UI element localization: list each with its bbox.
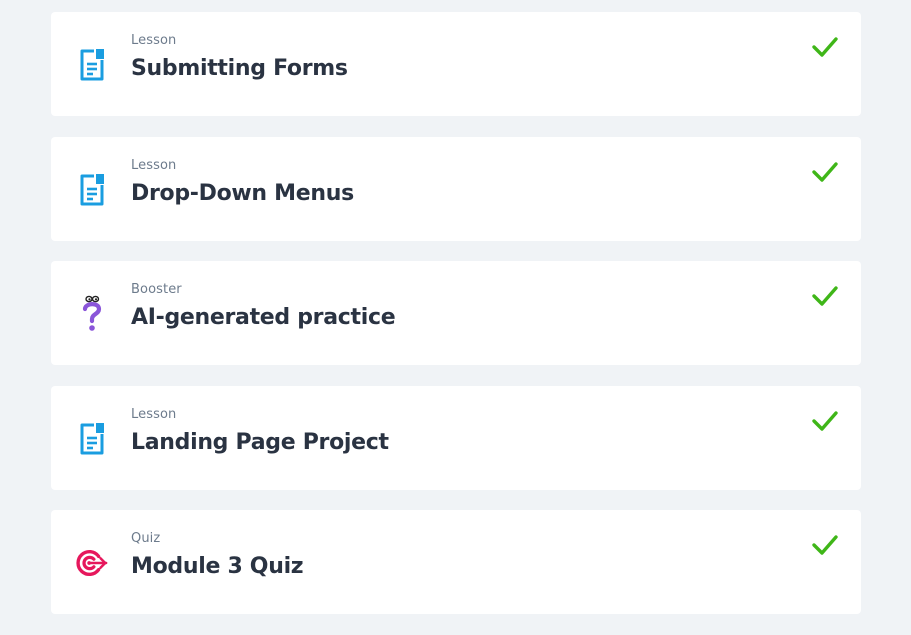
checkmark-icon	[811, 160, 839, 184]
lesson-document-icon	[75, 171, 109, 209]
item-title: AI-generated practice	[131, 305, 396, 330]
module-item-list: Lesson Submitting Forms Lesson Drop-Down…	[51, 12, 861, 635]
item-kind-label: Booster	[131, 282, 182, 297]
item-kind-label: Lesson	[131, 157, 177, 173]
checkmark-icon	[811, 409, 839, 433]
item-text: Quiz Module 3 Quiz	[131, 531, 304, 580]
checkmark-icon	[811, 284, 839, 308]
lesson-document-icon	[75, 420, 109, 458]
list-item-landing-page-project[interactable]: Lesson Landing Page Project	[51, 385, 861, 490]
checkmark-icon	[811, 35, 839, 59]
item-text: Lesson Drop-Down Menus	[131, 158, 354, 207]
question-mark-icon	[75, 295, 109, 333]
item-kind-label: Quiz	[131, 531, 161, 546]
item-kind-label: Lesson	[131, 33, 177, 48]
list-item-drop-down-menus[interactable]: Lesson Drop-Down Menus	[51, 136, 861, 241]
item-title: Module 3 Quiz	[131, 554, 304, 579]
item-text: Lesson Landing Page Project	[131, 407, 389, 456]
list-item-submitting-forms[interactable]: Lesson Submitting Forms	[51, 12, 861, 116]
item-text: Lesson Submitting Forms	[131, 33, 348, 82]
item-text: Booster AI-generated practice	[131, 282, 396, 331]
checkmark-icon	[811, 533, 839, 557]
target-icon	[75, 544, 109, 582]
list-item-module-3-quiz[interactable]: Quiz Module 3 Quiz	[51, 510, 861, 614]
item-kind-label: Lesson	[131, 406, 177, 422]
item-title: Submitting Forms	[131, 56, 348, 81]
lesson-document-icon	[75, 46, 109, 84]
item-title: Drop-Down Menus	[131, 180, 354, 206]
item-title: Landing Page Project	[131, 429, 389, 455]
list-item-ai-generated-practice[interactable]: Booster AI-generated practice	[51, 261, 861, 365]
